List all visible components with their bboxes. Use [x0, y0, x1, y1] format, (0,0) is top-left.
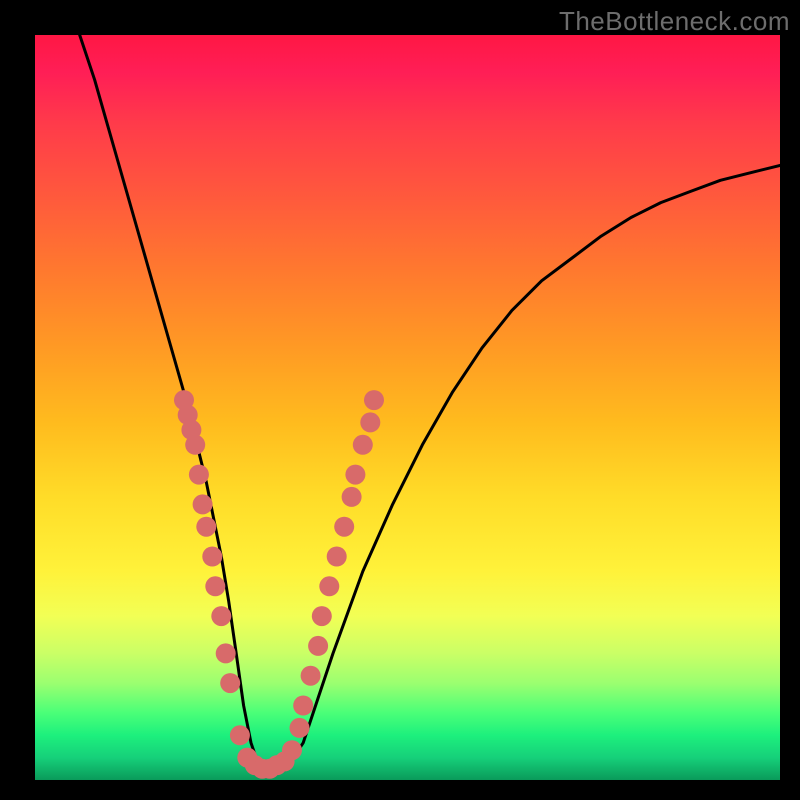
sample-point — [312, 606, 332, 626]
sample-points-group — [174, 390, 384, 779]
sample-point — [220, 673, 240, 693]
sample-point — [342, 487, 362, 507]
sample-point — [319, 576, 339, 596]
sample-point — [282, 740, 302, 760]
sample-point — [189, 465, 209, 485]
sample-point — [353, 435, 373, 455]
sample-point — [185, 435, 205, 455]
sample-point — [202, 547, 222, 567]
sample-point — [327, 547, 347, 567]
sample-point — [205, 576, 225, 596]
sample-point — [345, 465, 365, 485]
sample-point — [293, 696, 313, 716]
sample-point — [230, 725, 250, 745]
sample-point — [196, 517, 216, 537]
sample-point — [308, 636, 328, 656]
sample-point — [211, 606, 231, 626]
sample-point — [360, 412, 380, 432]
chart-overlay — [35, 35, 780, 780]
sample-point — [334, 517, 354, 537]
sample-point — [290, 718, 310, 738]
sample-point — [193, 494, 213, 514]
sample-point — [216, 643, 236, 663]
watermark-text: TheBottleneck.com — [559, 6, 790, 37]
sample-point — [364, 390, 384, 410]
sample-point — [301, 666, 321, 686]
chart-frame: TheBottleneck.com — [0, 0, 800, 800]
